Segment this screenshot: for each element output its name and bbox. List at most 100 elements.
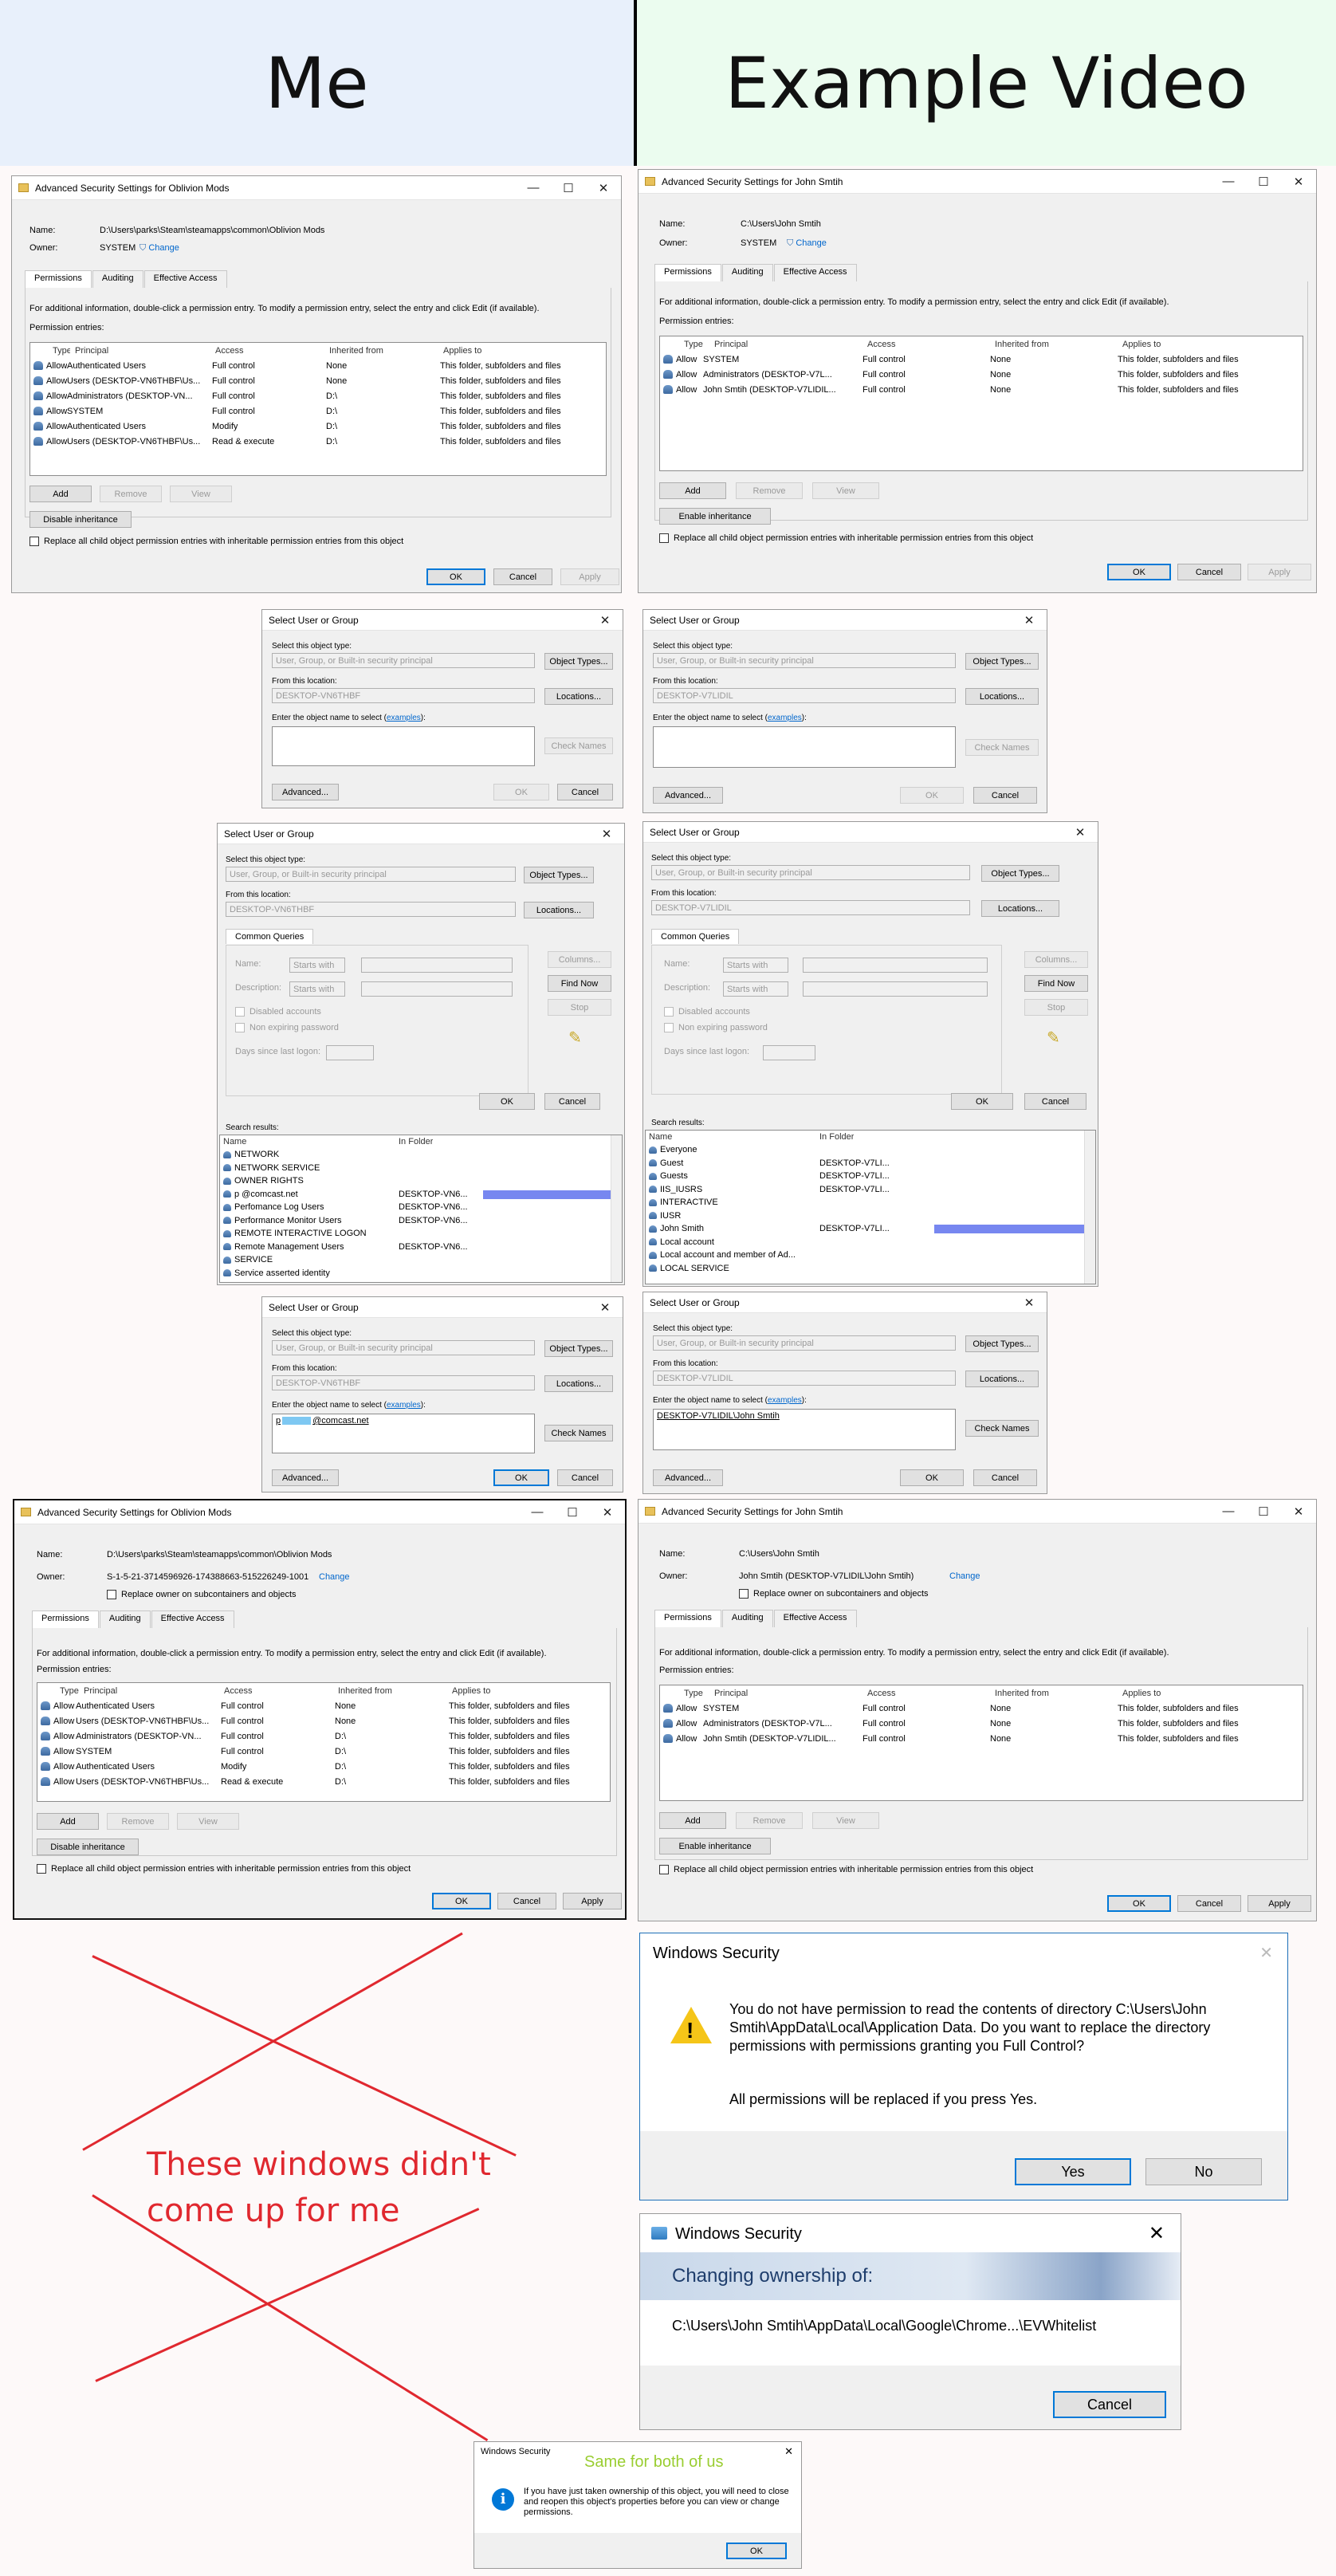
minimize-button[interactable]: —	[1211, 175, 1246, 188]
change-owner-link[interactable]: ⛉ Change	[787, 238, 827, 249]
tab-auditing[interactable]: Auditing	[721, 1610, 773, 1627]
table-row[interactable]: Allow Authenticated Users Modify D:\ This fo…	[30, 419, 606, 434]
results-scrollbar[interactable]	[611, 1135, 622, 1282]
name-query-input[interactable]	[361, 958, 513, 973]
table-row[interactable]: Allow Administrators (DESKTOP-V7L... Full …	[660, 367, 1303, 382]
maximize-button[interactable]: ☐	[1246, 1504, 1281, 1519]
result-row[interactable]: REMOTE INTERACTIVE LOGON	[220, 1227, 622, 1241]
disable-inheritance-button[interactable]: Disable inheritance	[29, 511, 132, 528]
apply-button[interactable]: Apply	[1248, 1895, 1311, 1912]
table-row[interactable]: Allow Users (DESKTOP-VN6THBF\Us... Read & …	[37, 1774, 610, 1789]
tab-permissions[interactable]: Permissions	[32, 1610, 99, 1628]
remove-button[interactable]: Remove	[736, 1812, 803, 1829]
result-row[interactable]: Local account and member of Ad...	[646, 1249, 1095, 1262]
close-button[interactable]: ✕	[587, 1300, 623, 1315]
table-row[interactable]: Allow Users (DESKTOP-VN6THBF\Us... Full co…	[30, 373, 606, 388]
advanced-button[interactable]: Advanced...	[272, 784, 339, 800]
result-row[interactable]: OWNER RIGHTS	[220, 1174, 622, 1188]
result-row[interactable]: Service asserted identity	[220, 1267, 622, 1280]
examples-link[interactable]: examples	[387, 714, 421, 722]
description-query-input[interactable]	[361, 981, 513, 997]
tab-permissions[interactable]: Permissions	[654, 264, 721, 281]
table-row[interactable]: Allow Users (DESKTOP-VN6THBF\Us... Read & …	[30, 434, 606, 449]
locations-button[interactable]: Locations...	[981, 900, 1059, 917]
name-starts-with-select[interactable]: Starts with	[723, 958, 788, 973]
cancel-button[interactable]: Cancel	[493, 568, 552, 585]
description-query-input[interactable]	[803, 981, 988, 997]
enable-inheritance-button[interactable]: Enable inheritance	[659, 1838, 771, 1854]
check-names-button[interactable]: Check Names	[965, 739, 1039, 756]
locations-button[interactable]: Locations...	[965, 688, 1039, 705]
days-since-select[interactable]	[326, 1045, 374, 1060]
tab-effective-access[interactable]: Effective Access	[151, 1610, 234, 1628]
close-button[interactable]: ✕	[589, 827, 624, 841]
description-starts-with-select[interactable]: Starts with	[289, 981, 345, 997]
add-button[interactable]: Add	[29, 486, 92, 502]
permission-entries-list[interactable]: Type Principal Access Inherited from Applies…	[29, 342, 607, 476]
tab-permissions[interactable]: Permissions	[25, 270, 92, 288]
columns-button[interactable]: Columns...	[548, 951, 611, 968]
view-button[interactable]: View	[812, 482, 879, 499]
replace-owner-checkbox[interactable]: Replace owner on subcontainers and objec…	[107, 1590, 297, 1600]
find-now-button[interactable]: Find Now	[1024, 975, 1088, 992]
cancel-button[interactable]: Cancel	[973, 1469, 1037, 1486]
maximize-button[interactable]: ☐	[555, 1505, 590, 1520]
object-types-button[interactable]: Object Types...	[524, 867, 594, 883]
object-types-button[interactable]: Object Types...	[981, 865, 1059, 882]
disabled-accounts-checkbox[interactable]: Disabled accounts	[664, 1007, 750, 1017]
table-row[interactable]: Allow John Smtih (DESKTOP-V7LIDIL... Full …	[660, 1731, 1303, 1746]
ok-button[interactable]: OK	[432, 1893, 491, 1909]
table-row[interactable]: Allow Administrators (DESKTOP-VN... Full c…	[37, 1728, 610, 1744]
add-button[interactable]: Add	[659, 1812, 726, 1829]
replace-child-checkbox[interactable]: Replace all child object permission entr…	[659, 533, 1033, 544]
close-icon[interactable]: ✕	[784, 2445, 793, 2458]
result-row[interactable]: Everyone	[646, 1143, 1095, 1157]
table-row[interactable]: Allow Administrators (DESKTOP-VN... Full c…	[30, 388, 606, 403]
table-row[interactable]: Allow SYSTEM Full control None This folder, …	[660, 1701, 1303, 1716]
cancel-button[interactable]: Cancel	[497, 1893, 556, 1909]
name-query-input[interactable]	[803, 958, 988, 973]
table-row[interactable]: Allow Authenticated Users Full control None…	[30, 358, 606, 373]
close-button[interactable]: ✕	[1281, 1504, 1316, 1519]
close-button[interactable]: ✕	[586, 181, 621, 195]
permission-entries-list[interactable]: Type Principal Access Inherited from Applies…	[659, 336, 1303, 471]
ok-button[interactable]: OK	[1107, 564, 1171, 580]
replace-child-checkbox[interactable]: Replace all child object permission entr…	[659, 1865, 1033, 1875]
tab-common-queries[interactable]: Common Queries	[226, 929, 314, 944]
result-row[interactable]: NETWORK SERVICE	[220, 1162, 622, 1175]
columns-button[interactable]: Columns...	[1024, 951, 1088, 968]
view-button[interactable]: View	[177, 1813, 239, 1830]
minimize-button[interactable]: —	[516, 181, 551, 195]
advanced-button[interactable]: Advanced...	[653, 787, 723, 804]
days-since-select[interactable]	[763, 1045, 815, 1060]
result-row[interactable]: Guests DESKTOP-V7LI...	[646, 1170, 1095, 1183]
examples-link[interactable]: examples	[768, 714, 802, 722]
table-row[interactable]: Allow SYSTEM Full control None This folder, …	[660, 352, 1303, 367]
maximize-button[interactable]: ☐	[1246, 175, 1281, 189]
search-results-list[interactable]: Name In Folder NETWORK NETWORK SERVICE OWNE…	[219, 1135, 623, 1283]
permission-entries-list[interactable]: Type Principal Access Inherited from Applies…	[37, 1682, 611, 1802]
remove-button[interactable]: Remove	[100, 486, 162, 502]
object-name-input[interactable]	[653, 726, 956, 768]
result-row[interactable]: Performance Monitor Users DESKTOP-VN6...	[220, 1214, 622, 1228]
examples-link[interactable]: examples	[768, 1396, 802, 1405]
cancel-button[interactable]: Cancel	[557, 784, 613, 800]
remove-button[interactable]: Remove	[107, 1813, 169, 1830]
tab-effective-access[interactable]: Effective Access	[773, 1610, 857, 1627]
stop-button[interactable]: Stop	[548, 999, 611, 1016]
object-name-input[interactable]: DESKTOP-V7LIDIL\John Smtih	[653, 1409, 956, 1450]
non-expiring-checkbox[interactable]: Non expiring password	[664, 1023, 768, 1033]
locations-button[interactable]: Locations...	[524, 902, 594, 918]
no-button[interactable]: No	[1145, 2158, 1262, 2185]
ok-button[interactable]: OK	[493, 784, 549, 800]
minimize-button[interactable]: —	[1211, 1504, 1246, 1518]
result-row[interactable]: IUSR	[646, 1209, 1095, 1223]
description-starts-with-select[interactable]: Starts with	[723, 981, 788, 997]
tab-effective-access[interactable]: Effective Access	[143, 270, 227, 288]
apply-button[interactable]: Apply	[1248, 564, 1311, 580]
ok-button[interactable]: OK	[900, 787, 964, 804]
enable-inheritance-button[interactable]: Enable inheritance	[659, 508, 771, 525]
table-row[interactable]: Allow John Smtih (DESKTOP-V7LIDIL... Full …	[660, 382, 1303, 397]
object-types-button[interactable]: Object Types...	[544, 1340, 613, 1357]
result-row[interactable]: Remote Management Users DESKTOP-VN6...	[220, 1241, 622, 1254]
